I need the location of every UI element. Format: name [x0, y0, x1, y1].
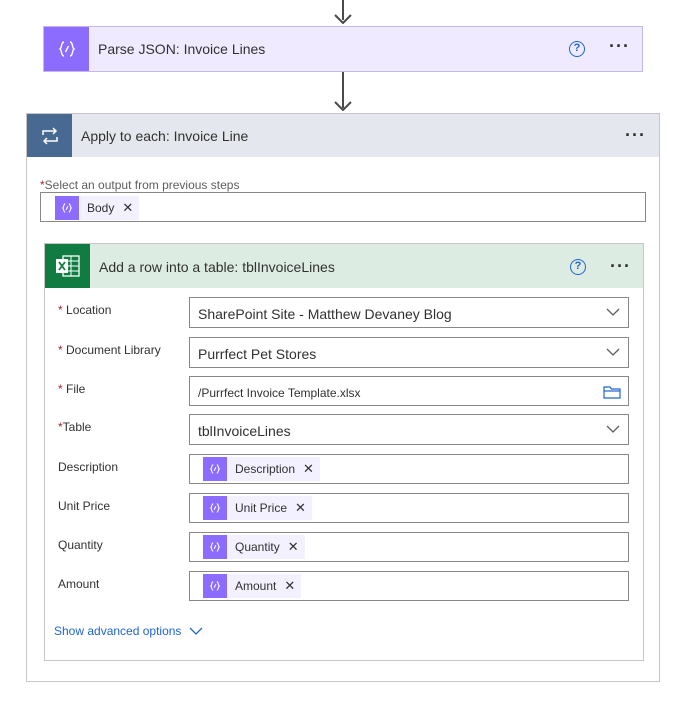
chevron-down-icon	[606, 348, 620, 356]
dynamic-token-quantity[interactable]: Quantity ✕	[203, 535, 305, 559]
dynamic-token-body[interactable]: Body ✕	[55, 196, 140, 220]
dynamic-token-description[interactable]: Description ✕	[203, 457, 320, 481]
more-options-icon[interactable]: ···	[625, 126, 646, 144]
quantity-label: Quantity	[58, 538, 103, 552]
json-expression-icon	[203, 457, 227, 481]
add-row-header[interactable]: Add a row into a table: tblInvoiceLines …	[45, 244, 643, 288]
document-library-dropdown[interactable]: Purrfect Pet Stores	[189, 337, 629, 368]
token-label: Body	[87, 201, 115, 215]
unit-price-label: Unit Price	[58, 499, 111, 513]
apply-to-each-header[interactable]: Apply to each: Invoice Line ···	[27, 114, 659, 157]
apply-to-each-title: Apply to each: Invoice Line	[81, 128, 249, 144]
parse-json-title: Parse JSON: Invoice Lines	[98, 41, 266, 57]
location-value: SharePoint Site - Matthew Devaney Blog	[198, 306, 452, 322]
show-advanced-options-link[interactable]: Show advanced options	[54, 624, 203, 638]
token-label: Description	[235, 462, 296, 476]
help-icon[interactable]: ?	[570, 259, 586, 275]
apply-to-each-step: Apply to each: Invoice Line ··· *Select …	[26, 113, 660, 682]
amount-label: Amount	[58, 577, 100, 591]
add-row-step: Add a row into a table: tblInvoiceLines …	[44, 243, 644, 661]
unit-price-input[interactable]: Unit Price ✕	[189, 493, 629, 523]
connector-arrow-middle	[333, 72, 353, 113]
json-expression-icon	[44, 27, 89, 71]
chevron-down-icon	[189, 627, 203, 635]
json-expression-icon	[55, 196, 79, 220]
json-expression-icon	[203, 535, 227, 559]
quantity-input[interactable]: Quantity ✕	[189, 532, 629, 562]
token-label: Amount	[235, 579, 277, 593]
select-output-label: *Select an output from previous steps	[40, 178, 240, 192]
token-label: Quantity	[235, 540, 280, 554]
table-value: tblInvoiceLines	[198, 423, 291, 439]
table-dropdown[interactable]: tblInvoiceLines	[189, 414, 629, 445]
file-input[interactable]: /Purrfect Invoice Template.xlsx	[189, 376, 629, 406]
location-label: * Location	[58, 303, 112, 317]
close-icon[interactable]: ✕	[303, 461, 320, 477]
json-expression-icon	[203, 574, 227, 598]
folder-icon[interactable]	[603, 385, 621, 399]
close-icon[interactable]: ✕	[284, 578, 301, 594]
dynamic-token-amount[interactable]: Amount ✕	[203, 574, 302, 598]
add-row-title: Add a row into a table: tblInvoiceLines	[99, 259, 335, 275]
close-icon[interactable]: ✕	[122, 200, 139, 216]
connector-arrow-top	[333, 0, 353, 26]
close-icon[interactable]: ✕	[288, 539, 305, 555]
close-icon[interactable]: ✕	[295, 500, 312, 516]
file-label: * File	[58, 382, 86, 396]
chevron-down-icon	[606, 425, 620, 433]
chevron-down-icon	[606, 308, 620, 316]
token-label: Unit Price	[235, 501, 288, 515]
more-options-icon[interactable]: ···	[610, 257, 631, 275]
file-value: /Purrfect Invoice Template.xlsx	[198, 386, 361, 400]
select-output-input[interactable]: Body ✕	[40, 192, 646, 222]
description-input[interactable]: Description ✕	[189, 454, 629, 484]
dynamic-token-unit-price[interactable]: Unit Price ✕	[203, 496, 312, 520]
table-label: *Table	[58, 420, 92, 434]
loop-icon	[27, 114, 72, 157]
json-expression-icon	[203, 496, 227, 520]
document-library-value: Purrfect Pet Stores	[198, 346, 317, 362]
location-dropdown[interactable]: SharePoint Site - Matthew Devaney Blog	[189, 297, 629, 328]
amount-input[interactable]: Amount ✕	[189, 571, 629, 601]
parse-json-step[interactable]: Parse JSON: Invoice Lines ? ···	[43, 26, 643, 72]
help-icon[interactable]: ?	[569, 41, 585, 57]
more-options-icon[interactable]: ···	[609, 37, 630, 55]
description-label: Description	[58, 460, 119, 474]
document-library-label: * Document Library	[58, 343, 161, 357]
excel-icon	[45, 244, 90, 288]
